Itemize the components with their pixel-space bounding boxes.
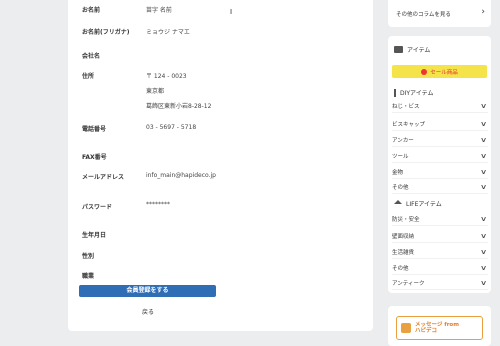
item-category-card: アイテム セール商品 DIYアイテム ねじ・ビス ∨ ビスキャップ ∨ アンカー ∨ … xyxy=(388,36,491,293)
chevron-down-icon: ∨ xyxy=(479,248,488,256)
value-email: info_main@hapideco.jp xyxy=(146,172,216,179)
chevron-down-icon: ∨ xyxy=(479,152,488,160)
category-item-life-other[interactable]: その他 ∨ xyxy=(392,262,488,275)
value-postal-code: 〒 124 - 0023 xyxy=(146,73,187,80)
label-phone: 電話番号 xyxy=(82,126,107,133)
other-columns-card[interactable]: その他のコラムを見る › xyxy=(388,0,491,27)
chevron-down-icon: ∨ xyxy=(479,215,488,223)
message-banner-button[interactable]: メッセージ from ハピデコ xyxy=(396,316,483,340)
value-furigana: ミョウジ ナマエ xyxy=(146,29,190,36)
label-furigana: お名前(フリガナ) xyxy=(82,29,130,36)
items-heading: アイテム xyxy=(394,45,430,54)
toolbox-icon xyxy=(394,46,403,53)
chevron-down-icon: ∨ xyxy=(479,264,488,272)
chevron-right-icon: › xyxy=(481,7,485,17)
other-columns-link[interactable]: その他のコラムを見る xyxy=(396,10,451,18)
chevron-down-icon: ∨ xyxy=(479,279,488,287)
category-item-wall-storage[interactable]: 壁面収納 ∨ xyxy=(392,230,488,243)
diy-heading: DIYアイテム xyxy=(394,88,433,97)
register-submit-button[interactable]: 会員登録をする xyxy=(79,285,216,297)
label-occupation: 職業 xyxy=(82,273,95,280)
chevron-down-icon: ∨ xyxy=(479,168,488,176)
category-item-screw-caps[interactable]: ビスキャップ ∨ xyxy=(392,118,488,131)
category-item-screws[interactable]: ねじ・ビス ∨ xyxy=(392,100,488,113)
chevron-down-icon: ∨ xyxy=(479,102,488,110)
category-item-hardware[interactable]: 金物 ∨ xyxy=(392,166,488,179)
value-name: 苗字 名前 xyxy=(146,7,172,14)
message-subtitle: ハピデコ xyxy=(415,328,438,334)
label-fax: FAX番号 xyxy=(82,154,107,161)
category-item-diy-other[interactable]: その他 ∨ xyxy=(392,181,488,194)
registration-confirm-panel: お名前 苗字 名前 I お名前(フリガナ) ミョウジ ナマエ 会社名 住所 〒 … xyxy=(68,0,373,331)
value-prefecture: 東京都 xyxy=(146,88,165,95)
text-cursor-icon: I xyxy=(230,8,233,16)
sale-tag-icon xyxy=(421,68,428,75)
category-item-antique[interactable]: アンティーク ∨ xyxy=(392,277,488,290)
category-item-goods[interactable]: 生活雑貨 ∨ xyxy=(392,246,488,259)
message-card: メッセージ from ハピデコ xyxy=(388,306,491,346)
chevron-down-icon: ∨ xyxy=(479,183,488,191)
label-name: お名前 xyxy=(82,7,101,14)
category-item-safety[interactable]: 防災・安全 ∨ xyxy=(392,213,488,226)
chevron-down-icon: ∨ xyxy=(479,120,488,128)
category-item-anchors[interactable]: アンカー ∨ xyxy=(392,134,488,147)
label-password: パスワード xyxy=(82,204,113,211)
label-company: 会社名 xyxy=(82,53,101,60)
chevron-down-icon: ∨ xyxy=(479,232,488,240)
message-icon xyxy=(401,323,411,333)
life-heading: LIFEアイテム xyxy=(394,199,442,208)
sale-items-button[interactable]: セール商品 xyxy=(392,65,487,78)
back-link[interactable]: 戻る xyxy=(142,307,154,316)
label-address: 住所 xyxy=(82,73,95,80)
house-icon xyxy=(394,199,402,204)
value-password: ******** xyxy=(146,201,170,208)
label-gender: 性別 xyxy=(82,253,95,260)
wrench-icon xyxy=(394,88,396,97)
chevron-down-icon: ∨ xyxy=(479,136,488,144)
value-address-line: 葛飾区東新小岩8-28-12 xyxy=(146,103,212,110)
value-phone: 03 - 5697 - 5718 xyxy=(146,124,197,131)
label-birthdate: 生年月日 xyxy=(82,232,107,239)
category-item-tools[interactable]: ツール ∨ xyxy=(392,150,488,163)
label-email: メールアドレス xyxy=(82,174,125,181)
